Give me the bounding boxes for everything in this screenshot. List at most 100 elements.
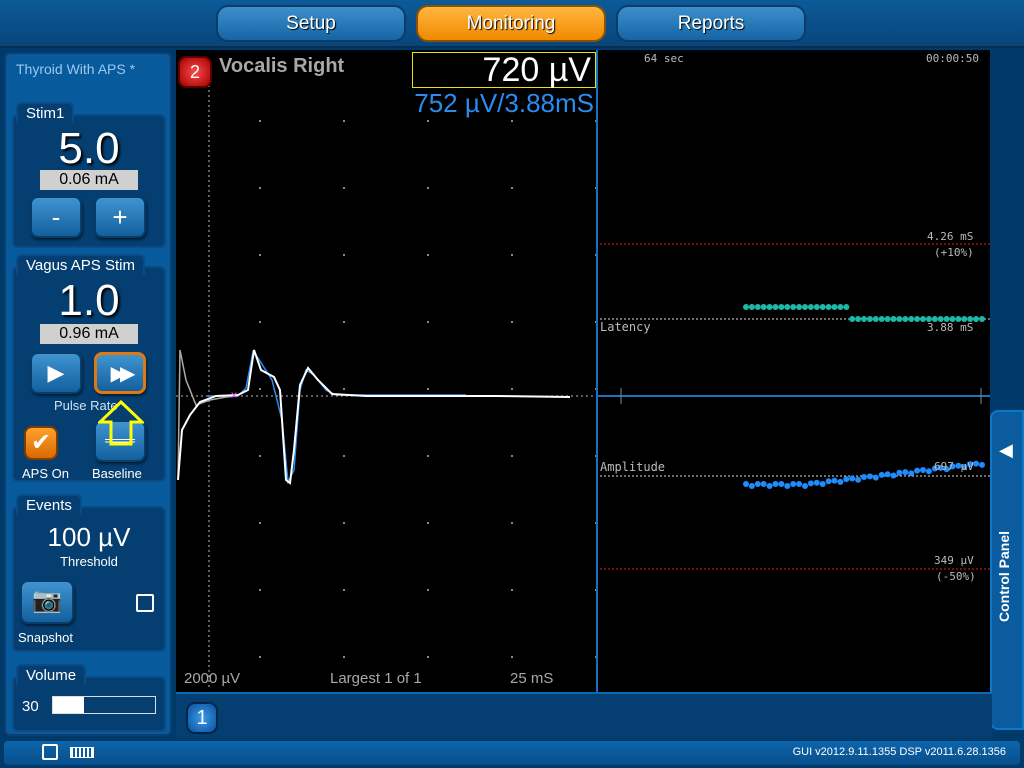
amplitude-trend-point xyxy=(766,483,773,489)
grid-dot xyxy=(343,187,345,189)
amplitude-trend-point xyxy=(843,476,850,483)
display-mode-label[interactable]: Largest 1 of 1 xyxy=(330,670,422,687)
grid-dot xyxy=(511,187,513,189)
grid-dot xyxy=(427,254,429,256)
amplitude-trend-point xyxy=(772,481,779,487)
events-group: Events 100 µV Threshold 📷 Snapshot xyxy=(12,494,166,652)
vagus-value: 1.0 xyxy=(58,276,120,325)
pulse-rate-button[interactable]: ▶▶ xyxy=(94,352,146,394)
latency-trend-point xyxy=(748,304,755,310)
baseline-waveform xyxy=(206,350,466,485)
checkmark-icon: ✔ xyxy=(30,429,52,456)
latency-trend-point xyxy=(790,304,797,310)
grid-dot xyxy=(259,589,261,591)
grid-dot xyxy=(343,522,345,524)
volume-label: Volume xyxy=(16,664,87,685)
arrow-annotation-icon xyxy=(98,400,144,446)
stim1-label: Stim1 xyxy=(16,102,75,123)
save-icon[interactable] xyxy=(136,594,154,612)
amplitude-trend-point xyxy=(807,480,814,487)
latency-upper-pct: (+10%) xyxy=(934,246,974,259)
increase-button[interactable]: + xyxy=(94,196,146,238)
decrease-button[interactable]: - xyxy=(30,196,82,238)
amplitude-trend-point xyxy=(825,478,832,485)
single-pulse-button[interactable]: ▶ xyxy=(30,352,82,394)
latency-trend-point xyxy=(872,316,879,322)
snapshot-button[interactable]: 📷 xyxy=(20,580,74,624)
baseline-label: Baseline xyxy=(92,466,142,481)
tab-monitoring[interactable]: Monitoring xyxy=(416,5,606,42)
grid-dot xyxy=(511,321,513,323)
latency-trend-point xyxy=(843,304,850,310)
amplitude-trend-point xyxy=(754,481,761,487)
amplitude-trend-point xyxy=(837,478,844,485)
snapshot-label: Snapshot xyxy=(18,630,73,645)
volume-group: Volume 30 xyxy=(12,664,166,732)
threshold-label: Threshold xyxy=(60,554,118,569)
amplitude-trend-point xyxy=(878,471,885,478)
amplitude-trend-point xyxy=(849,475,856,482)
latency-trend-point xyxy=(766,304,773,310)
amplitude-trend-point xyxy=(925,468,932,475)
amplitude-trend-point xyxy=(861,474,867,481)
grid-dot xyxy=(427,388,429,390)
timebase-label: 25 mS xyxy=(510,670,554,687)
grid-dot xyxy=(427,656,429,658)
grid-dot xyxy=(427,589,429,591)
procedure-name: Thyroid With APS * xyxy=(16,61,136,77)
top-nav: Setup Monitoring Reports xyxy=(0,0,1024,48)
amplitude-trend-point xyxy=(790,481,797,487)
grid-dot xyxy=(343,388,345,390)
grid-dot xyxy=(511,522,513,524)
grid-dot xyxy=(259,522,261,524)
amplitude-trend-point xyxy=(778,481,785,487)
latency-trend-point xyxy=(831,304,838,310)
amplitude-lower-limit: 349 µV xyxy=(934,554,974,567)
latency-trend-point xyxy=(979,316,985,322)
scale-label: 2000 µV xyxy=(184,670,241,687)
latency-trend-point xyxy=(837,304,844,310)
amplitude-trend-point xyxy=(855,476,862,483)
control-panel-label: Control Panel xyxy=(996,530,1012,622)
channel-badge[interactable]: 2 xyxy=(178,56,212,88)
grid-dot xyxy=(511,120,513,122)
latency-trend-point xyxy=(802,304,808,310)
amplitude-trend-point xyxy=(796,481,803,487)
amplitude-trend-point xyxy=(896,469,903,476)
latency-trend-point xyxy=(890,316,897,322)
amplitude-trend-point xyxy=(760,481,767,487)
grid-dot xyxy=(343,455,345,457)
latency-trend-point xyxy=(884,316,891,322)
control-panel-tab[interactable]: ◀ Control Panel xyxy=(990,410,1024,730)
vagus-group: Vagus APS Stim 1.0 0.96 mA ▶ ▶▶ Pulse Ra… xyxy=(12,254,166,482)
channel-strip: 1 xyxy=(176,692,992,738)
amplitude-readout: 720 µV xyxy=(412,52,596,88)
tab-reports[interactable]: Reports xyxy=(616,5,806,42)
save-icon[interactable] xyxy=(42,744,58,760)
amplitude-trend-point xyxy=(979,461,985,468)
volume-slider[interactable] xyxy=(52,696,156,714)
camera-icon: 📷 xyxy=(32,587,62,614)
latency-trend-point xyxy=(973,316,980,322)
grid-dot xyxy=(259,120,261,122)
latency-trend-point xyxy=(861,316,867,322)
keyboard-icon[interactable] xyxy=(70,747,94,758)
latency-trend-point xyxy=(866,316,873,322)
grid-dot xyxy=(511,388,513,390)
latency-trend-point xyxy=(902,316,909,322)
grid-dot xyxy=(511,254,513,256)
grid-dot xyxy=(259,455,261,457)
latency-trend-point xyxy=(813,304,820,310)
amplitude-trend-point xyxy=(866,473,873,480)
grid-dot xyxy=(343,120,345,122)
grid-dot xyxy=(259,656,261,658)
tab-setup[interactable]: Setup xyxy=(216,5,406,42)
grid-dot xyxy=(427,522,429,524)
vagus-current: 0.96 mA xyxy=(40,324,138,344)
aps-on-checkbox[interactable]: ✔ xyxy=(24,426,58,460)
amplitude-trend-point xyxy=(914,467,921,474)
amplitude-trend-point xyxy=(884,471,891,478)
channel-1-button[interactable]: 1 xyxy=(186,702,218,734)
grid-dot xyxy=(427,321,429,323)
latency-trend-point xyxy=(807,304,814,310)
